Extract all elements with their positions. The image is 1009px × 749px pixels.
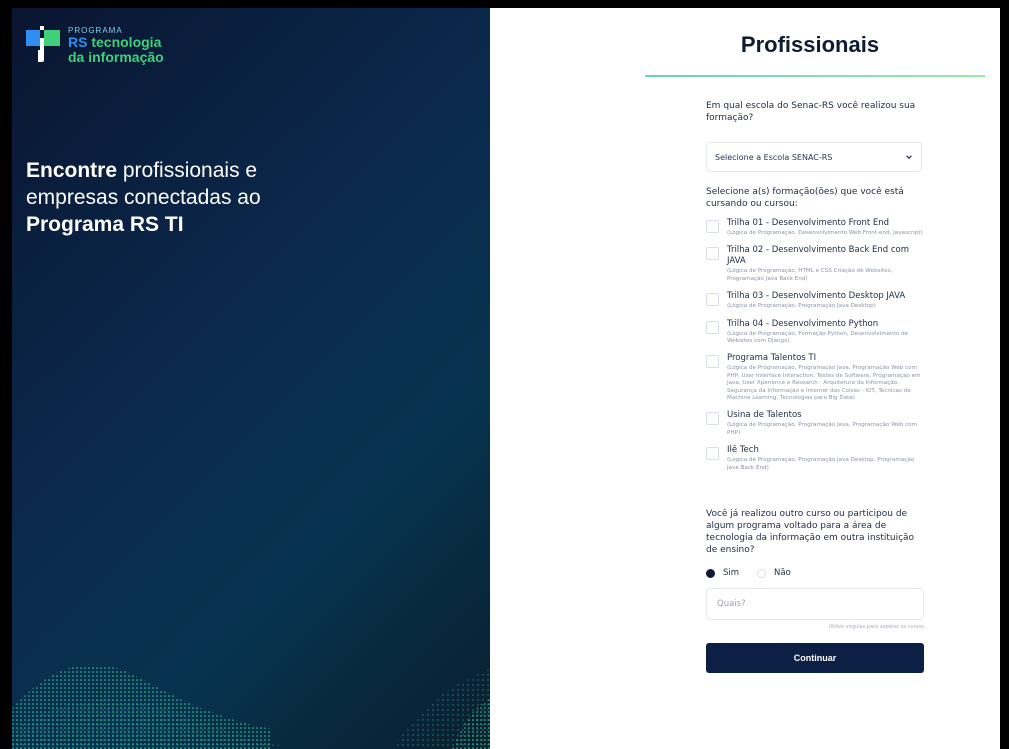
left-edge: [0, 0, 12, 749]
course-checkbox[interactable]: [706, 247, 719, 261]
question-courses: Selecione a(s) formação(ões) que você es…: [706, 187, 904, 209]
school-select[interactable]: Selecione a Escola SENAC-RS: [706, 142, 922, 172]
course-checkbox[interactable]: [706, 412, 719, 426]
radio-yes[interactable]: Sim: [706, 568, 739, 578]
radio-yes-dot[interactable]: [706, 568, 715, 578]
top-strip: [0, 0, 1009, 8]
title-divider: [645, 75, 985, 77]
radio-no-label: Não: [774, 568, 791, 579]
course-title: Ilê Tech: [727, 445, 759, 456]
brand-line2: RS tecnologia: [68, 35, 164, 50]
course-description: (Lógica de Programação, Programação Java…: [727, 365, 921, 402]
course-option[interactable]: Usina de Talentos (Lógica de Programação…: [706, 410, 924, 437]
course-description: (Lógica de Programação, Programação Java…: [727, 303, 876, 310]
brand-logo: PROGRAMA RS tecnologia da informação: [26, 26, 164, 65]
course-description: (Lógica de Programação, Programação Java…: [727, 422, 918, 436]
course-title: Trilha 02 - Desenvolvimento Back End com…: [727, 245, 910, 267]
course-option[interactable]: Trilha 01 - Desenvolvimento Front End (L…: [706, 218, 924, 237]
registration-form: Em qual escola do Senac-RS você realizou…: [706, 100, 924, 674]
page-title: Profissionais: [740, 32, 880, 57]
chevron-down-icon: [906, 155, 912, 160]
hero-panel: PROGRAMA RS tecnologia da informação Enc…: [12, 8, 490, 749]
radio-no-dot[interactable]: [757, 568, 767, 578]
brand-rs: RS: [68, 34, 88, 51]
course-title: Trilha 01 - Desenvolvimento Front End: [727, 218, 890, 228]
hero-word2: Programa RS TI: [26, 212, 184, 236]
course-checkbox[interactable]: [706, 220, 719, 233]
other-courses-input[interactable]: [706, 588, 924, 621]
course-description: (Lógica de Programação, HTML e CSS Criaç…: [727, 268, 893, 282]
brand-line3: da informação: [68, 49, 164, 66]
continue-button[interactable]: Continuar: [706, 643, 924, 674]
course-description: (Lógica de Programação, Formação Python,…: [727, 330, 909, 345]
course-checkbox[interactable]: [706, 355, 719, 369]
other-course-radio-group: Sim Não: [706, 568, 924, 578]
course-description: (Lógica de Programação, Programação Java…: [727, 457, 915, 471]
question-school: Em qual escola do Senac-RS você realizou…: [706, 101, 916, 123]
course-title: Usina de Talentos: [727, 410, 802, 421]
radio-no[interactable]: Não: [757, 568, 791, 578]
brand-line2-rest: tecnologia: [87, 34, 162, 51]
course-title: Programa Talentos TI: [727, 353, 817, 364]
course-option[interactable]: Trilha 03 - Desenvolvimento Desktop JAVA…: [706, 291, 924, 310]
course-title: Trilha 04 - Desenvolvimento Python: [727, 318, 879, 329]
course-option[interactable]: Programa Talentos TI (Lógica de Programa…: [706, 353, 924, 402]
course-option[interactable]: Trilha 02 - Desenvolvimento Back End com…: [706, 245, 924, 283]
input-hint: Utilize vírgulas para separar os cursos: [828, 624, 924, 631]
radio-yes-label: Sim: [723, 568, 740, 579]
dotted-wave-graphic: [12, 664, 490, 749]
course-option[interactable]: Ilê Tech (Lógica de Programação, Program…: [706, 445, 924, 472]
form-panel: Profissionais Em qual escola do Senac-RS…: [490, 8, 1000, 749]
hero-word1: Encontre: [26, 159, 118, 182]
school-select-value: Selecione a Escola SENAC-RS: [715, 152, 833, 162]
rs-ti-logo-icon: [26, 26, 62, 64]
right-edge: [1000, 0, 1009, 749]
course-checkbox[interactable]: [706, 320, 719, 334]
course-title: Trilha 03 - Desenvolvimento Desktop JAVA: [727, 291, 906, 302]
course-option[interactable]: Trilha 04 - Desenvolvimento Python (Lógi…: [706, 319, 924, 346]
app-frame: PROGRAMA RS tecnologia da informação Enc…: [0, 0, 1009, 749]
course-description: (Lógica de Programação, Desenvolvimento …: [727, 230, 923, 236]
question-other-course: Você já realizou outro curso ou particip…: [706, 509, 915, 556]
course-checkbox[interactable]: [706, 293, 719, 307]
course-checkbox[interactable]: [706, 447, 719, 461]
hero-headline: Encontre profissionais e empresas conect…: [26, 158, 346, 239]
